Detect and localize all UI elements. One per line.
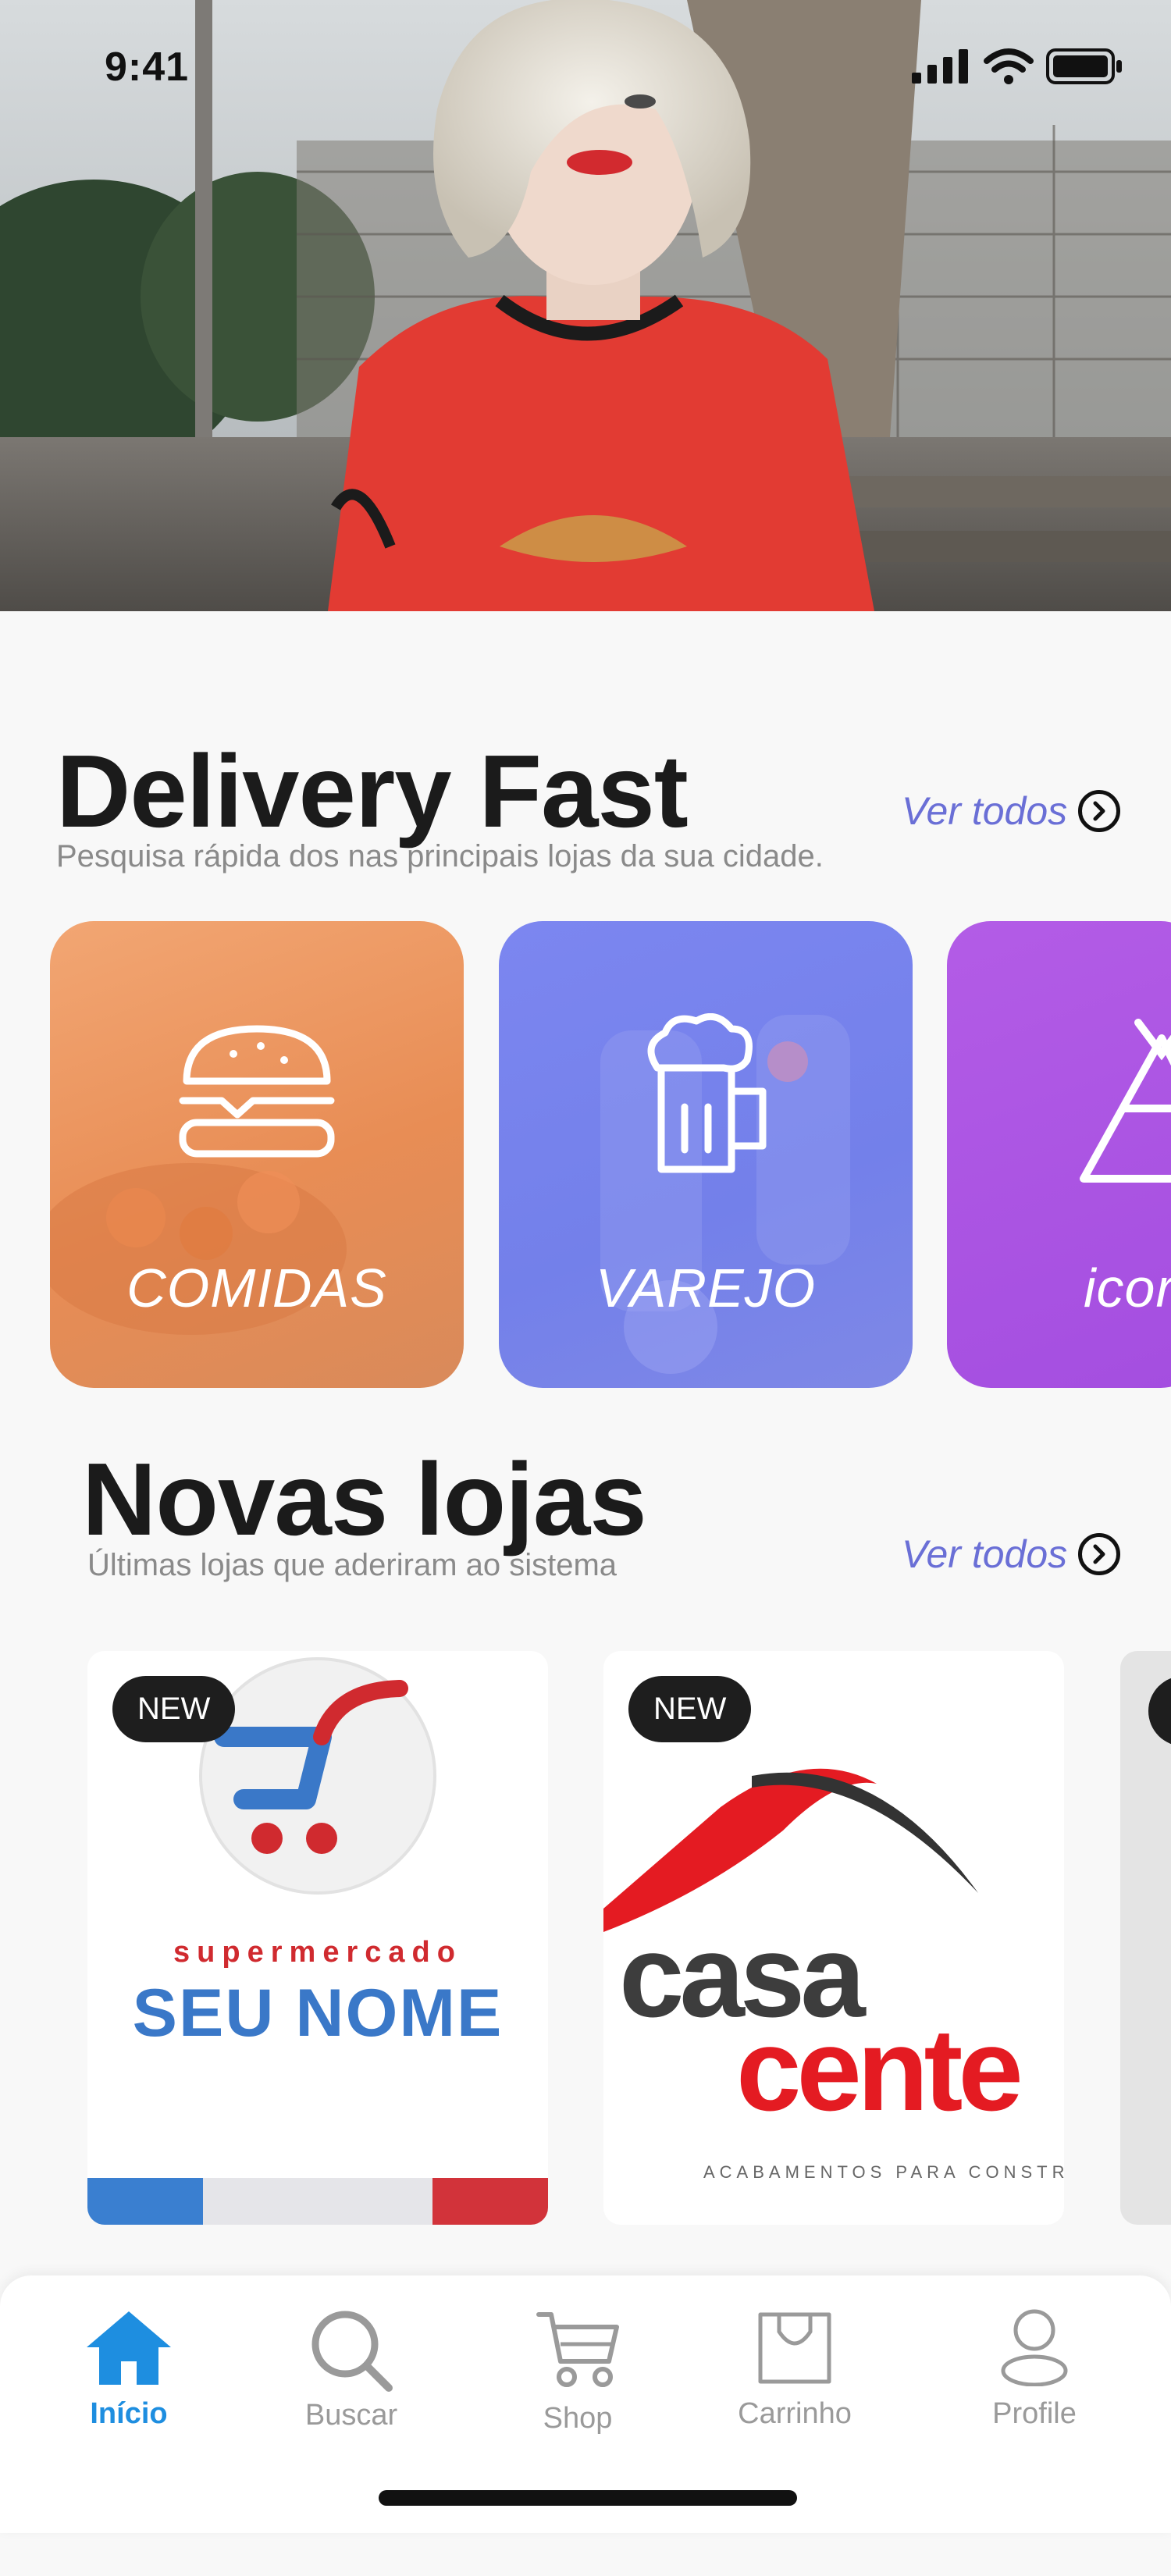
burger-icon	[179, 1025, 335, 1158]
new-badge: NEW	[112, 1676, 236, 1742]
search-icon	[311, 2311, 393, 2392]
store-logo-line2: cente	[736, 2004, 1023, 2135]
category-card-partial[interactable]: icor	[947, 921, 1171, 1388]
see-all-label: Ver todos	[902, 789, 1068, 833]
home-indicator	[379, 2490, 797, 2506]
tab-inicio[interactable]: Início	[43, 2308, 215, 2431]
cart-icon	[536, 2312, 619, 2387]
category-label: COMIDAS	[126, 1258, 387, 1318]
profile-icon	[1001, 2309, 1068, 2386]
battery-icon	[1046, 48, 1122, 84]
tab-label: Início	[90, 2397, 168, 2430]
shopping-bag-icon	[758, 2312, 831, 2384]
tent-icon	[1080, 1019, 1171, 1183]
tab-profile[interactable]: Profile	[949, 2308, 1120, 2431]
store-logo-line1: supermercado	[173, 1936, 462, 1969]
status-icons	[912, 48, 1124, 84]
store-card-partial[interactable]	[1120, 1651, 1171, 2225]
new-badge: NEW	[628, 1676, 752, 1742]
store-card-casa-center[interactable]: NEW casa cente ACABAMENTOS PARA CONSTRU	[603, 1651, 1064, 2225]
tab-label: Carrinho	[738, 2397, 852, 2430]
tab-label: Shop	[543, 2402, 613, 2435]
tab-carrinho[interactable]: Carrinho	[709, 2308, 881, 2431]
home-icon	[87, 2311, 171, 2385]
tab-label: Profile	[992, 2397, 1077, 2430]
beer-mug-icon	[647, 1013, 767, 1173]
wifi-icon	[984, 48, 1034, 84]
see-all-label: Ver todos	[902, 1532, 1068, 1576]
new-stores-see-all-link[interactable]: Ver todos	[902, 1532, 1121, 1577]
delivery-subtitle: Pesquisa rápida dos nas principais lojas…	[56, 839, 824, 873]
chevron-right-circle-icon	[1078, 1533, 1121, 1575]
store-logo-tagline: ACABAMENTOS PARA CONSTRU	[703, 2162, 1064, 2182]
store-card-supermercado[interactable]: NEW supermercado SEU NOME	[87, 1651, 548, 2225]
category-card-comidas[interactable]: COMIDAS	[50, 921, 464, 1388]
signal-icon	[912, 49, 968, 84]
status-bar: 9:41	[0, 0, 1171, 141]
delivery-title: Delivery Fast	[56, 734, 689, 849]
tab-buscar[interactable]: Buscar	[265, 2308, 437, 2432]
new-badge-partial	[1148, 1676, 1171, 1746]
category-card-varejo[interactable]: VAREJO	[499, 921, 913, 1388]
store-logo-line2: SEU NOME	[132, 1976, 504, 2051]
delivery-see-all-link[interactable]: Ver todos	[902, 788, 1121, 834]
new-stores-subtitle: Últimas lojas que aderiram ao sistema	[87, 1548, 618, 1582]
chevron-right-circle-icon	[1078, 790, 1121, 832]
status-time: 9:41	[105, 44, 190, 90]
category-label: VAREJO	[595, 1258, 817, 1318]
tab-shop[interactable]: Shop	[492, 2308, 664, 2435]
tab-label: Buscar	[304, 2399, 398, 2432]
category-label: icor	[1084, 1258, 1171, 1318]
new-stores-title: Novas lojas	[82, 1442, 647, 1557]
